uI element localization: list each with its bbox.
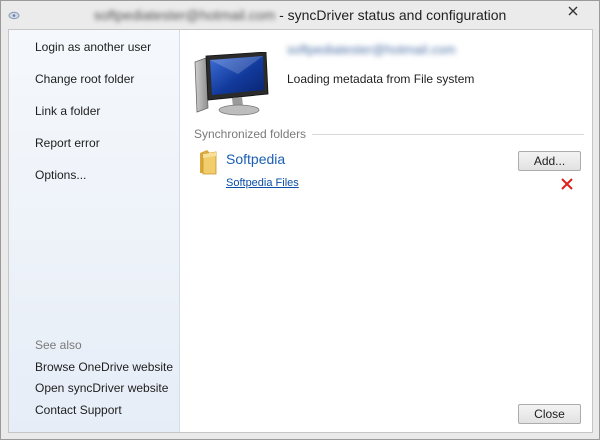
main-panel: softpediatester@hotmail.com Loading meta… — [181, 30, 592, 432]
add-folder-button[interactable]: Add... — [518, 151, 581, 171]
login-another-user-link[interactable]: Login as another user — [35, 40, 151, 54]
window-title-suffix: - syncDriver status and configuration — [275, 7, 507, 23]
browse-onedrive-link[interactable]: Browse OneDrive website — [35, 360, 173, 374]
app-window: softpediatester@hotmail.com - syncDriver… — [0, 0, 600, 440]
section-title: Synchronized folders — [194, 127, 307, 141]
window-title-account: softpediatester@hotmail.com — [93, 7, 276, 23]
close-icon — [568, 6, 578, 16]
remove-icon[interactable] — [560, 177, 574, 191]
folder-icon — [200, 150, 217, 175]
open-syncdriver-website-link[interactable]: Open syncDriver website — [35, 381, 168, 395]
synced-folder-name: Softpedia — [226, 151, 286, 167]
sidebar: Login as another user Change root folder… — [9, 30, 180, 432]
close-button[interactable]: Close — [518, 404, 581, 424]
window-title: softpediatester@hotmail.com - syncDriver… — [1, 7, 599, 23]
contact-support-link[interactable]: Contact Support — [35, 403, 122, 417]
synced-folder-link[interactable]: Softpedia Files — [226, 177, 299, 189]
options-link[interactable]: Options... — [35, 168, 86, 182]
change-root-folder-link[interactable]: Change root folder — [35, 72, 134, 86]
see-also-heading: See also — [35, 338, 82, 352]
report-error-link[interactable]: Report error — [35, 136, 100, 150]
link-a-folder-link[interactable]: Link a folder — [35, 104, 100, 118]
section-divider — [312, 133, 584, 135]
window-close-button[interactable] — [551, 1, 595, 21]
title-bar[interactable]: softpediatester@hotmail.com - syncDriver… — [1, 1, 599, 29]
client-area: Login as another user Change root folder… — [8, 29, 593, 433]
synchronized-folders-heading: Synchronized folders — [194, 127, 584, 141]
account-email: softpediatester@hotmail.com — [287, 42, 456, 57]
status-message: Loading metadata from File system — [287, 72, 475, 86]
computer-monitor-icon — [194, 52, 269, 116]
